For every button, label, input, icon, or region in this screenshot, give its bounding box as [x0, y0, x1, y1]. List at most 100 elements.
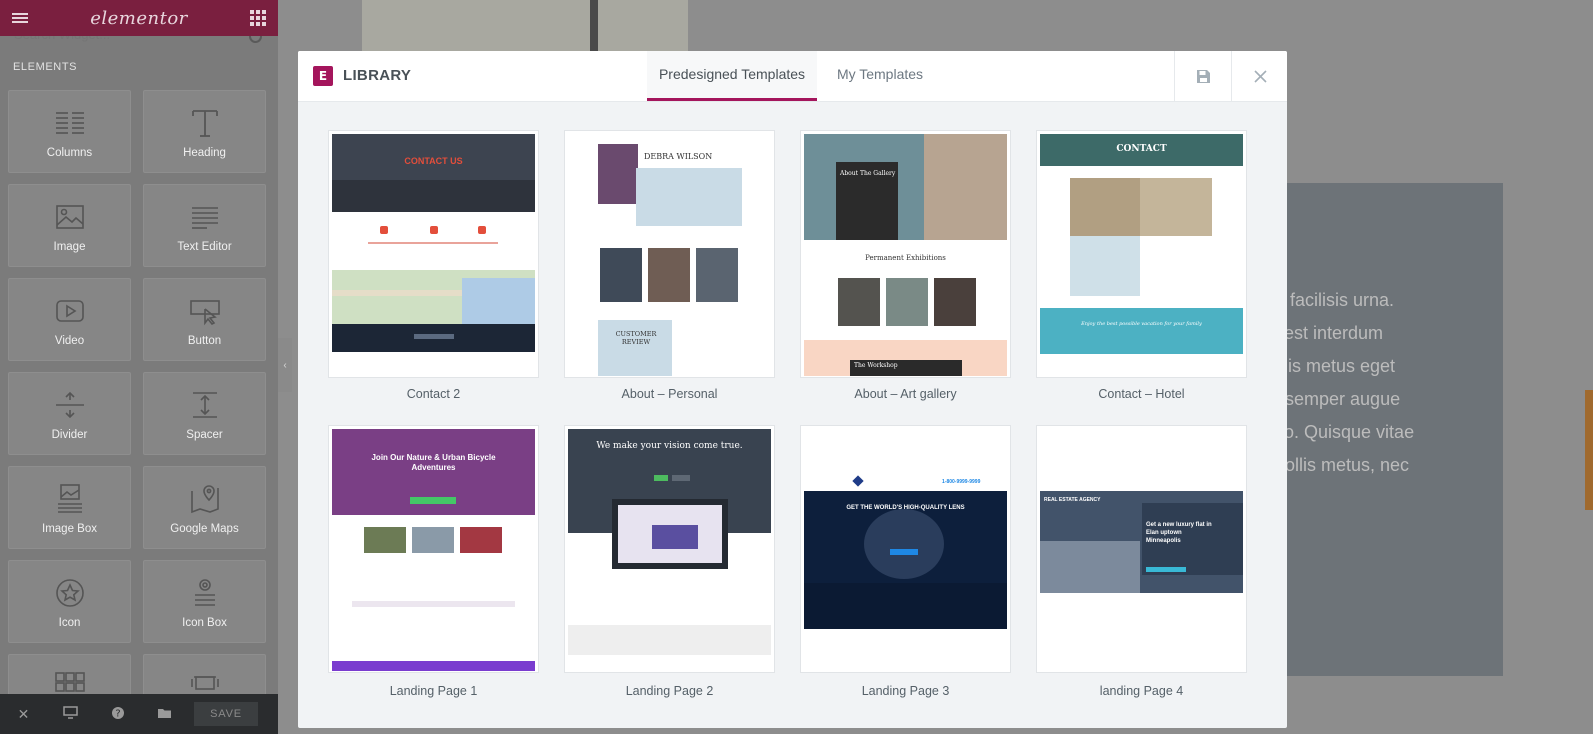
- search-widget-input[interactable]: [12, 36, 246, 43]
- editor-panel: elementor ELEMENTS Columns Heading Image…: [0, 0, 278, 734]
- template-label: Landing Page 3: [861, 684, 950, 698]
- responsive-mode-icon[interactable]: [47, 706, 94, 722]
- thumb-subtitle: Permanent Exhibitions: [865, 254, 946, 262]
- template-card[interactable]: CONTACT US: [328, 130, 539, 378]
- columns-icon: [55, 112, 84, 134]
- save-template-button[interactable]: [1174, 51, 1232, 101]
- background-edge-image: [1585, 390, 1593, 510]
- template-card[interactable]: We make your vision come true.: [564, 425, 775, 673]
- template-label: About – Personal: [621, 387, 718, 401]
- background-text-line: allis metus eget: [1270, 356, 1396, 376]
- widget-label: Button: [187, 335, 222, 347]
- heading-icon: [191, 110, 218, 137]
- template-card[interactable]: REAL ESTATE AGENCY Get a new luxury flat…: [1036, 425, 1247, 673]
- thumb-title: DEBRA WILSON: [644, 152, 713, 161]
- widget-button[interactable]: Button: [143, 278, 266, 361]
- widget-label: Image: [53, 241, 86, 253]
- save-icon: [1197, 69, 1210, 83]
- thumb-title: Get a new luxury flat in Elan uptown Min…: [1146, 522, 1212, 544]
- tab-my-templates[interactable]: My Templates: [818, 51, 942, 101]
- star-icon: [55, 579, 84, 607]
- widget-label: Icon: [58, 617, 81, 629]
- google-maps-icon: [190, 485, 219, 514]
- panel-footer: ✕ ? SAVE: [0, 694, 278, 734]
- widget-label: Video: [54, 335, 85, 347]
- save-button[interactable]: SAVE: [194, 702, 258, 726]
- template-label: About – Art gallery: [854, 387, 957, 401]
- elements-section-title: ELEMENTS: [13, 61, 78, 73]
- background-text-line: sto. Quisque vitae: [1270, 422, 1415, 442]
- widget-search: [0, 36, 278, 46]
- collapse-panel-handle[interactable]: ‹: [278, 338, 292, 392]
- widget-label: Spacer: [186, 429, 223, 441]
- library-title: LIBRARY: [343, 67, 412, 84]
- thumb-footer: Enjoy the best possible vacation for you…: [1081, 321, 1202, 327]
- widget-spacer[interactable]: Spacer: [143, 372, 266, 455]
- widget-label: Text Editor: [177, 241, 232, 253]
- template-card[interactable]: Join Our Nature & Urban Bicycle Adventur…: [328, 425, 539, 673]
- widget-text-editor[interactable]: Text Editor: [143, 184, 266, 267]
- close-modal-button[interactable]: [1231, 51, 1287, 101]
- elementor-logo-icon: E: [313, 66, 333, 86]
- close-panel-icon[interactable]: ✕: [0, 706, 47, 723]
- template-thumbnail: REAL ESTATE AGENCY Get a new luxury flat…: [1040, 429, 1243, 671]
- icon-box-icon: [194, 579, 215, 606]
- widget-label: Icon Box: [182, 617, 227, 629]
- hamburger-menu-icon[interactable]: [12, 11, 28, 25]
- background-text-line: n semper augue: [1270, 389, 1401, 409]
- thumb-title: Join Our Nature & Urban Bicycle Adventur…: [371, 453, 496, 472]
- library-modal: E LIBRARY Predesigned Templates My Templ…: [298, 51, 1287, 728]
- template-card[interactable]: About The Gallery Permanent Exhibitions …: [800, 130, 1011, 378]
- background-image: [362, 0, 688, 52]
- text-editor-icon: [191, 207, 218, 229]
- background-text-line: et facilisis urna.: [1270, 290, 1395, 310]
- widget-label: Google Maps: [170, 523, 239, 535]
- spacer-icon: [192, 392, 217, 418]
- widget-divider[interactable]: Divider: [8, 372, 131, 455]
- help-icon[interactable]: ?: [94, 706, 141, 723]
- thumb-title: We make your vision come true.: [596, 441, 743, 451]
- widget-label: Divider: [51, 429, 88, 441]
- widget-image-box[interactable]: Image Box: [8, 466, 131, 549]
- background-text-line: mollis metus, nec: [1270, 455, 1410, 475]
- template-label: Landing Page 2: [625, 684, 714, 698]
- template-thumbnail: CONTACT Enjoy the best possible vacation…: [1040, 134, 1243, 354]
- template-card[interactable]: CONTACT Enjoy the best possible vacation…: [1036, 130, 1247, 378]
- thumb-subtitle: CUSTOMER REVIEW: [615, 330, 657, 346]
- thumb-title: GET THE WORLD'S HIGH-QUALITY LENS: [846, 505, 965, 511]
- widget-google-maps[interactable]: Google Maps: [143, 466, 266, 549]
- panel-header: elementor: [0, 0, 278, 36]
- widget-columns[interactable]: Columns: [8, 90, 131, 173]
- template-card[interactable]: 1-800-9999-9999 GET THE WORLD'S HIGH-QUA…: [800, 425, 1011, 673]
- folder-icon[interactable]: [141, 706, 188, 722]
- template-thumbnail: We make your vision come true.: [568, 429, 771, 655]
- template-thumbnail: About The Gallery Permanent Exhibitions …: [804, 134, 1007, 376]
- background-text: et facilisis urna. c est interdum allis …: [1270, 284, 1414, 482]
- image-box-icon: [57, 484, 82, 513]
- divider-icon: [55, 391, 84, 419]
- widget-image[interactable]: Image: [8, 184, 131, 267]
- template-thumbnail: CONTACT US: [332, 134, 535, 376]
- widgets-grid-icon[interactable]: [250, 10, 266, 26]
- thumb-title: About The Gallery: [840, 170, 896, 177]
- thumb-footer: The Workshop: [854, 362, 898, 369]
- widget-video[interactable]: Video: [8, 278, 131, 361]
- widget-icon-box[interactable]: Icon Box: [143, 560, 266, 643]
- image-icon: [55, 205, 84, 229]
- template-thumbnail: DEBRA WILSON CUSTOMER REVIEW: [568, 134, 771, 376]
- widget-icon[interactable]: Icon: [8, 560, 131, 643]
- template-thumbnail: 1-800-9999-9999 GET THE WORLD'S HIGH-QUA…: [804, 429, 1007, 671]
- button-icon: [189, 300, 220, 326]
- thumb-title: CONTACT US: [404, 156, 463, 166]
- template-label: landing Page 4: [1099, 684, 1184, 698]
- modal-header: E LIBRARY Predesigned Templates My Templ…: [298, 51, 1287, 102]
- svg-text:?: ?: [115, 708, 120, 719]
- thumb-badge: REAL ESTATE AGENCY: [1044, 497, 1101, 503]
- tab-predesigned-templates[interactable]: Predesigned Templates: [647, 51, 817, 101]
- search-icon: [249, 36, 262, 43]
- thumb-title: CONTACT: [1116, 144, 1167, 154]
- widget-label: Columns: [46, 147, 93, 159]
- video-icon: [55, 300, 84, 322]
- template-card[interactable]: DEBRA WILSON CUSTOMER REVIEW: [564, 130, 775, 378]
- widget-heading[interactable]: Heading: [143, 90, 266, 173]
